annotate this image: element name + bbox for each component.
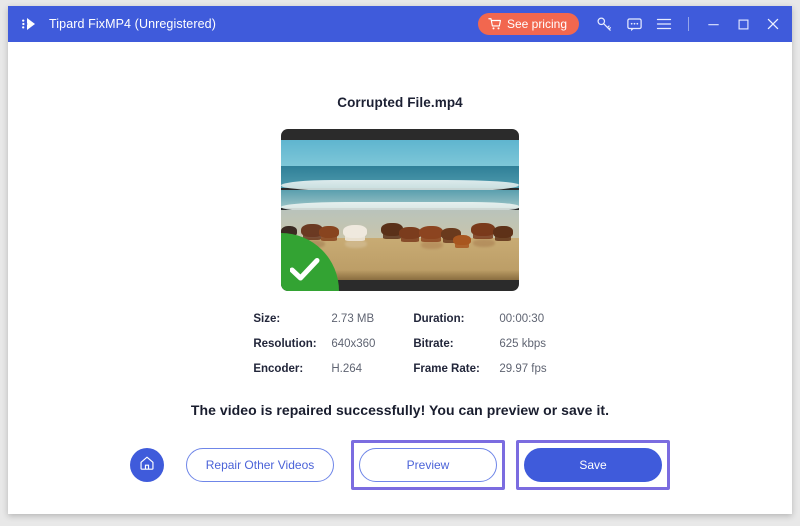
meta-value-resolution: 640x360 bbox=[331, 338, 376, 350]
tipard-play-logo-icon bbox=[20, 14, 40, 34]
meta-value-frame-rate: 29.97 fps bbox=[499, 363, 547, 375]
close-button[interactable] bbox=[758, 9, 788, 39]
see-pricing-label: See pricing bbox=[506, 17, 567, 31]
home-button[interactable] bbox=[130, 448, 164, 482]
save-button[interactable]: Save bbox=[524, 448, 662, 482]
meta-value-duration: 00:00:30 bbox=[499, 313, 545, 325]
meta-value-encoder: H.264 bbox=[331, 363, 363, 375]
minimize-button[interactable] bbox=[698, 9, 728, 39]
app-title: Tipard FixMP4 (Unregistered) bbox=[49, 17, 216, 31]
register-key-icon[interactable] bbox=[589, 9, 619, 39]
repair-other-videos-button[interactable]: Repair Other Videos bbox=[186, 448, 334, 482]
meta-key-bitrate: Bitrate: bbox=[413, 338, 454, 350]
meta-value-bitrate: 625 kbps bbox=[499, 338, 547, 350]
meta-key-duration: Duration: bbox=[413, 313, 465, 325]
preview-button[interactable]: Preview bbox=[359, 448, 497, 482]
file-title: Corrupted File.mp4 bbox=[337, 95, 463, 110]
see-pricing-button[interactable]: See pricing bbox=[477, 13, 579, 35]
titlebar-divider bbox=[688, 17, 689, 31]
meta-key-encoder: Encoder: bbox=[253, 363, 304, 375]
preview-button-highlight: Preview bbox=[351, 440, 505, 490]
feedback-icon[interactable] bbox=[619, 9, 649, 39]
meta-key-resolution: Resolution: bbox=[253, 338, 317, 350]
meta-key-frame-rate: Frame Rate: bbox=[413, 363, 480, 375]
main-content: Corrupted File.mp4 Size: 2.73 MB Duratio… bbox=[8, 42, 792, 514]
meta-value-size: 2.73 MB bbox=[331, 313, 375, 325]
save-button-highlight: Save bbox=[516, 440, 670, 490]
shopping-cart-icon bbox=[488, 17, 502, 31]
titlebar-icon-group bbox=[589, 9, 698, 39]
menu-icon[interactable] bbox=[649, 9, 679, 39]
action-bar: Repair Other Videos Preview Save bbox=[130, 440, 670, 490]
title-bar: Tipard FixMP4 (Unregistered) See pricing bbox=[8, 6, 792, 42]
maximize-button[interactable] bbox=[728, 9, 758, 39]
video-thumbnail[interactable] bbox=[281, 129, 519, 291]
window-controls bbox=[698, 9, 792, 39]
app-window: Tipard FixMP4 (Unregistered) See pricing bbox=[8, 6, 792, 514]
success-message: The video is repaired successfully! You … bbox=[190, 402, 610, 418]
meta-key-size: Size: bbox=[253, 313, 281, 325]
video-metadata: Size: 2.73 MB Duration: 00:00:30 Resolut… bbox=[253, 313, 546, 375]
home-icon bbox=[138, 454, 156, 477]
